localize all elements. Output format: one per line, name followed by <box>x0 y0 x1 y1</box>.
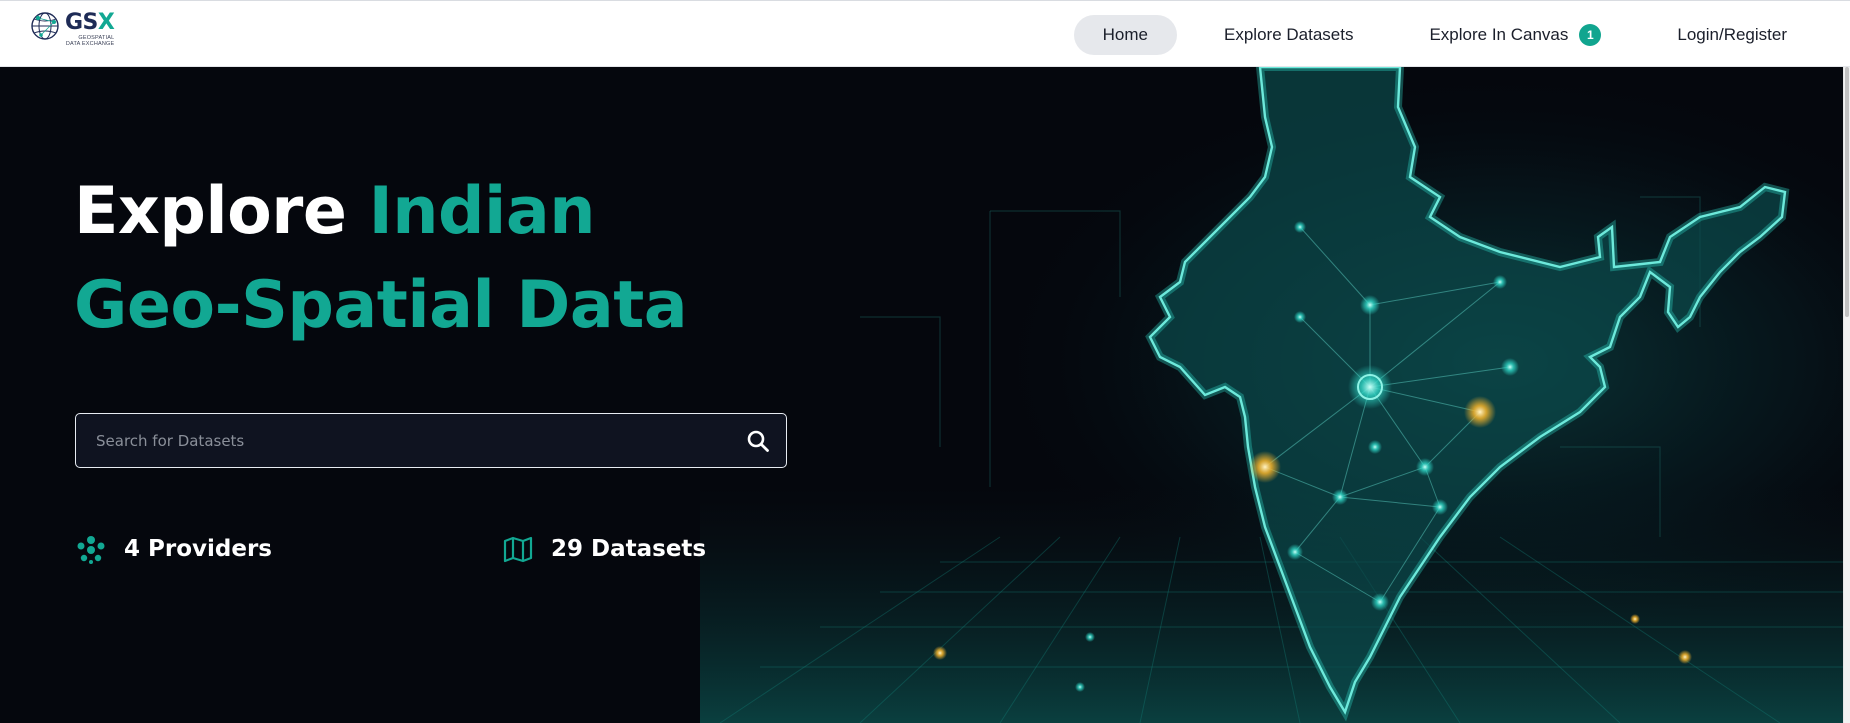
globe-network-icon <box>31 12 59 40</box>
providers-stat: 4 Providers <box>76 534 272 564</box>
nav-home[interactable]: Home <box>1073 15 1178 55</box>
page-scrollbar[interactable] <box>1843 67 1850 723</box>
hero-section: Explore Indian Geo-Spatial Data Search f… <box>0 67 1843 723</box>
gsx-logo[interactable]: GSX GEOSPATIAL DATA EXCHANGE <box>29 9 123 51</box>
datasets-count: 29 Datasets <box>551 536 707 562</box>
cluster-dots-icon <box>77 536 105 564</box>
nav-explore-datasets[interactable]: Explore Datasets <box>1195 15 1382 55</box>
headline-accent-indian: Indian <box>368 174 596 249</box>
nav-explore-in-canvas[interactable]: Explore In Canvas 1 <box>1400 15 1630 55</box>
main-nav: Home Explore Datasets Explore In Canvas 1… <box>1056 15 1816 55</box>
folded-map-icon <box>503 536 533 563</box>
headline-text: Explore <box>74 174 369 249</box>
search-button[interactable] <box>730 414 786 467</box>
page: GSX GEOSPATIAL DATA EXCHANGE Home Explor… <box>0 0 1850 723</box>
site-header: GSX GEOSPATIAL DATA EXCHANGE Home Explor… <box>0 0 1850 67</box>
canvas-count-badge: 1 <box>1579 24 1602 46</box>
logo-text: GSX GEOSPATIAL DATA EXCHANGE <box>65 9 115 48</box>
logo-mark: GSX <box>65 10 115 35</box>
providers-count: 4 Providers <box>124 536 272 562</box>
hero-headline: Explore Indian Geo-Spatial Data <box>74 165 688 353</box>
datasets-stat: 29 Datasets <box>503 534 706 564</box>
headline-accent-geospatial: Geo-Spatial Data <box>74 268 688 343</box>
logo-subtitle-line2: DATA EXCHANGE <box>65 41 115 47</box>
scrollbar-thumb[interactable] <box>1845 67 1849 317</box>
nav-login-register[interactable]: Login/Register <box>1648 15 1816 55</box>
magnifier-icon <box>747 430 769 452</box>
dataset-search-bar <box>75 413 787 468</box>
search-input[interactable] <box>76 414 730 467</box>
